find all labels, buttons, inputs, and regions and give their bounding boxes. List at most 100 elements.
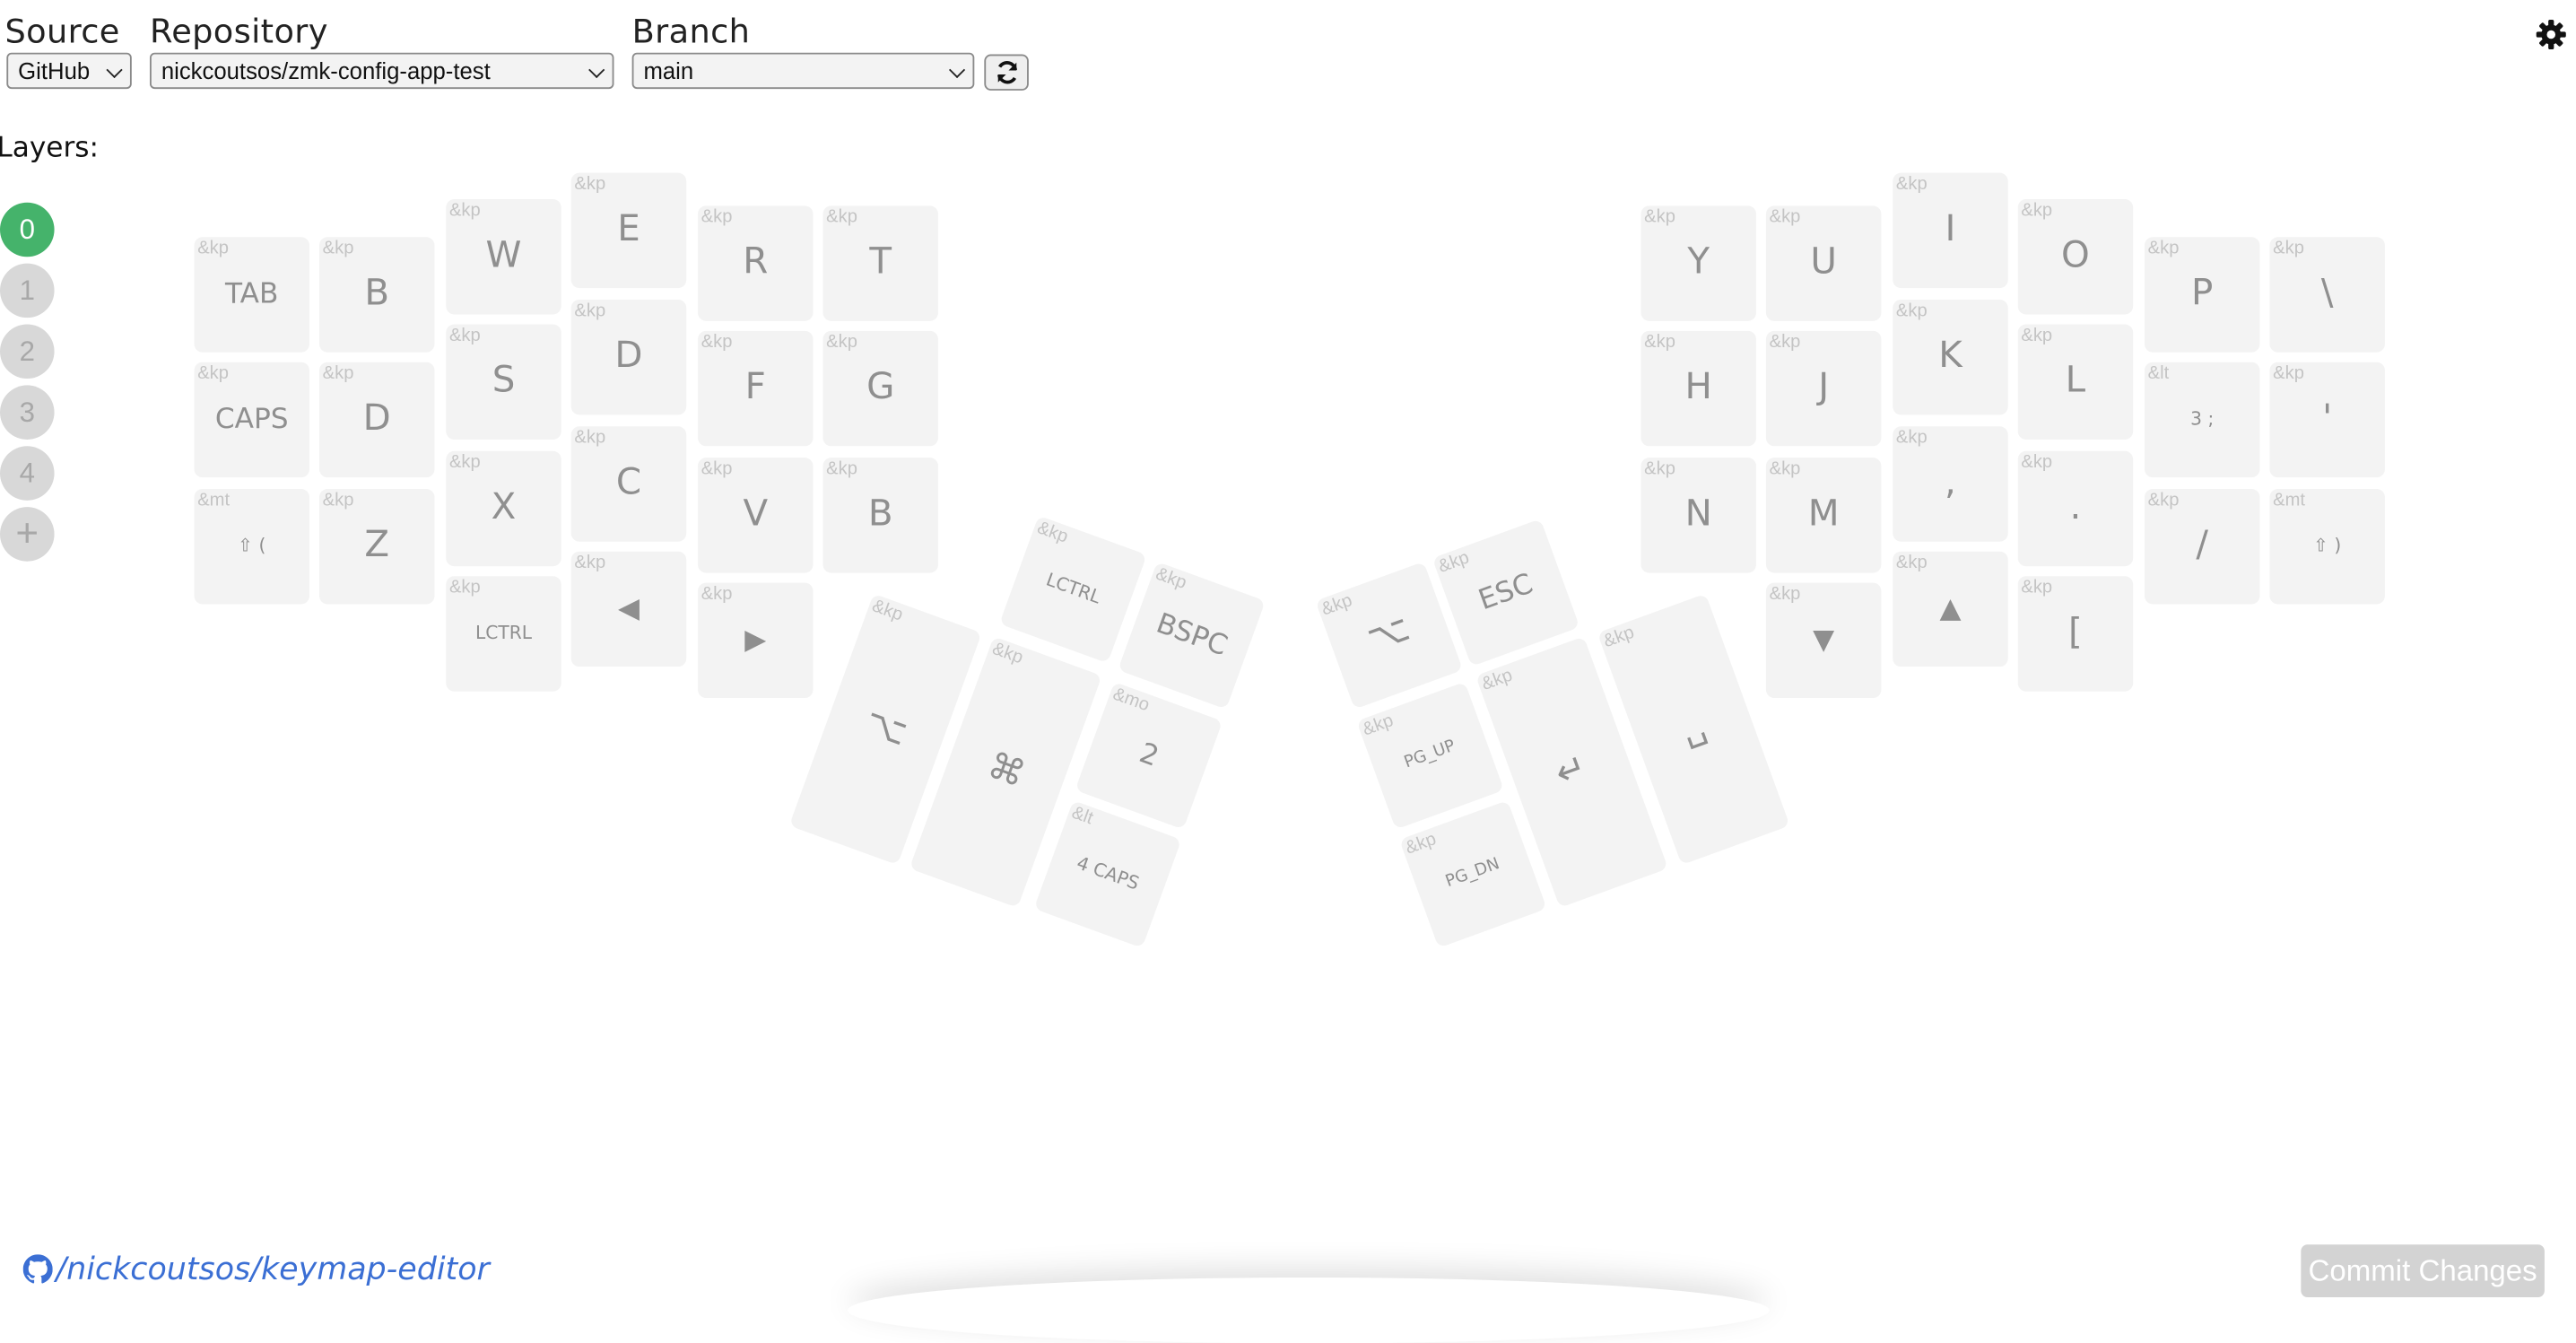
key-binding: &kp — [2021, 200, 2053, 221]
key-label: ⇧ ( — [238, 535, 266, 557]
key-label: G — [866, 367, 895, 409]
key-label: D — [614, 336, 643, 378]
key-l[interactable]: &kp L — [2017, 324, 2134, 440]
key-left-bracket[interactable]: &kp [ — [2017, 576, 2134, 692]
key-binding: &kp — [1360, 711, 1397, 741]
key-m[interactable]: &kp M — [1765, 458, 1882, 573]
key-binding: &kp — [2273, 239, 2304, 259]
key-binding: &kp — [1644, 332, 1675, 353]
key-mo-2[interactable]: &mo 2 — [1075, 681, 1223, 830]
key-lt-3-semicolon[interactable]: &lt 3 ; — [2145, 362, 2260, 478]
branch-select[interactable]: main — [631, 52, 975, 90]
key-slash[interactable]: &kp / — [2145, 488, 2260, 605]
repository-select[interactable]: nickcoutsos/zmk-config-app-test — [149, 52, 614, 90]
settings-button[interactable] — [2535, 18, 2568, 51]
key-apostrophe[interactable]: &kp ' — [2269, 362, 2385, 478]
key-bspc[interactable]: &kp BSPC — [1118, 561, 1266, 710]
key-j[interactable]: &kp J — [1765, 330, 1882, 447]
layer-2-button[interactable]: 2 — [0, 324, 55, 379]
layer-3-button[interactable]: 3 — [0, 385, 55, 440]
key-binding: &kp — [1479, 665, 1516, 695]
key-lctrl-thumb[interactable]: &kp LCTRL — [999, 515, 1147, 664]
key-p[interactable]: &kp P — [2145, 237, 2260, 353]
key-v[interactable]: &kp V — [698, 458, 814, 573]
enter-icon: ↵ — [1550, 746, 1593, 797]
key-binding: &kp — [1435, 547, 1473, 578]
drawer-handle[interactable] — [848, 1277, 1770, 1343]
key-s[interactable]: &kp S — [446, 324, 561, 440]
key-label: C — [615, 462, 642, 504]
source-select[interactable]: GitHub — [6, 52, 132, 90]
repository-select-value: nickcoutsos/zmk-config-app-test — [161, 57, 491, 84]
key-binding: &mt — [2273, 490, 2306, 510]
key-label: ⇧ ) — [2313, 535, 2342, 557]
key-esc[interactable]: &kp ESC — [1432, 519, 1580, 667]
chevron-down-icon — [106, 61, 123, 79]
key-binding: &kp — [2021, 326, 2053, 346]
key-binding: &kp — [574, 553, 606, 573]
key-period[interactable]: &kp. — [2017, 450, 2134, 567]
key-shift-paren[interactable]: &mt ⇧ ( — [194, 488, 309, 605]
key-k[interactable]: &kp K — [1893, 299, 2008, 415]
key-comma[interactable]: &kp, — [1893, 426, 2008, 542]
key-label: . — [2069, 487, 2082, 529]
key-binding: &kp — [1895, 174, 1928, 195]
key-binding: &kp — [448, 200, 481, 221]
layer-1-button[interactable]: 1 — [0, 263, 55, 318]
key-binding: &kp — [1644, 458, 1675, 479]
chevron-down-icon — [588, 61, 605, 79]
key-shift-paren-right[interactable]: &mt ⇧ ) — [2269, 488, 2385, 605]
key-g[interactable]: &kp G — [822, 330, 938, 447]
key-lt-4-caps[interactable]: &lt 4 CAPS — [1033, 800, 1182, 948]
key-label: / — [2196, 525, 2209, 567]
key-o[interactable]: &kp O — [2017, 199, 2134, 315]
up-arrow-icon: ▲ — [1939, 592, 1962, 626]
key-h[interactable]: &kp H — [1640, 330, 1756, 447]
key-label: X — [491, 487, 517, 529]
layer-4-button[interactable]: 4 — [0, 446, 55, 501]
commit-changes-button[interactable]: Commit Changes — [2301, 1244, 2545, 1297]
key-label: T — [869, 241, 892, 283]
key-label: 4 CAPS — [1074, 851, 1143, 895]
key-binding: &kp — [1769, 458, 1801, 479]
key-tab[interactable]: &kp TAB — [194, 237, 309, 353]
refresh-button[interactable] — [984, 54, 1029, 91]
key-pg-dn[interactable]: &kp PG_DN — [1399, 800, 1547, 948]
key-f[interactable]: &kp F — [698, 330, 814, 447]
key-down-arrow[interactable]: &kp ▼ — [1765, 582, 1882, 699]
key-w[interactable]: &kp W — [446, 199, 561, 315]
key-left-arrow[interactable]: &kp ◀ — [570, 551, 687, 667]
key-binding: &lt — [2147, 363, 2170, 384]
key-d[interactable]: &kp D — [570, 299, 687, 415]
key-caps[interactable]: &kp CAPS — [194, 362, 309, 478]
key-backslash[interactable]: &kp \ — [2269, 237, 2385, 353]
key-r[interactable]: &kp R — [698, 205, 814, 321]
key-c[interactable]: &kp C — [570, 426, 687, 542]
key-up-arrow[interactable]: &kp ▲ — [1893, 551, 2008, 667]
key-u[interactable]: &kp U — [1765, 205, 1882, 321]
key-b[interactable]: &kp B — [822, 458, 938, 573]
key-y[interactable]: &kp Y — [1640, 205, 1756, 321]
key-label: Y — [1687, 241, 1710, 283]
key-right-arrow[interactable]: &kp ▶ — [698, 582, 814, 699]
source-label: Source — [4, 11, 120, 51]
key-binding: &kp — [197, 239, 230, 259]
option-icon: ⌥ — [858, 702, 913, 755]
key-binding: &kp — [826, 458, 857, 479]
key-label: V — [743, 493, 769, 536]
key-e[interactable]: &kp E — [570, 172, 687, 289]
key-x[interactable]: &kp X — [446, 450, 561, 567]
key-d[interactable]: &kp D — [318, 362, 435, 478]
key-label: 2 — [1135, 737, 1163, 774]
add-layer-button[interactable]: + — [0, 507, 55, 562]
key-z[interactable]: &kp Z — [318, 488, 435, 605]
layer-0-button[interactable]: 0 — [0, 202, 55, 257]
key-i[interactable]: &kp I — [1893, 172, 2008, 289]
key-b[interactable]: &kp B — [318, 237, 435, 353]
key-label: I — [1945, 209, 1956, 250]
key-pg-up[interactable]: &kp PG_UP — [1356, 681, 1504, 830]
github-repo-link[interactable]: /nickcoutsos/keymap-editor — [22, 1251, 490, 1287]
key-t[interactable]: &kp T — [822, 205, 938, 321]
key-lctrl[interactable]: &kp LCTRL — [446, 576, 561, 692]
key-n[interactable]: &kp N — [1640, 458, 1756, 573]
